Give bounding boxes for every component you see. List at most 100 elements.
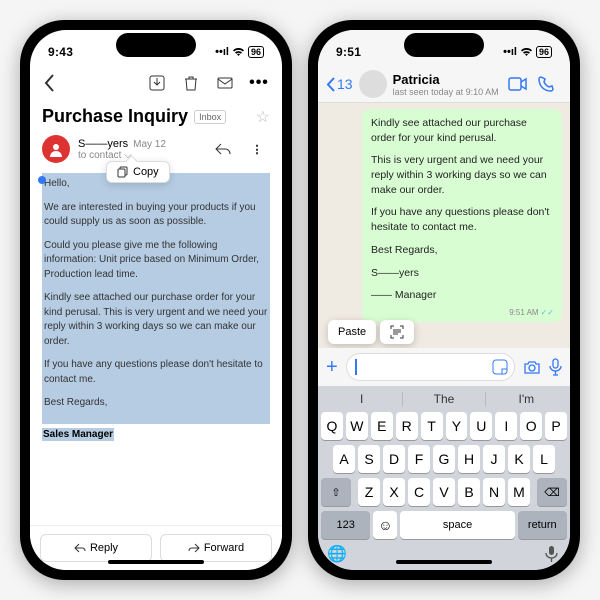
battery-icon: 96 xyxy=(536,46,552,58)
sticker-icon[interactable] xyxy=(492,359,508,375)
shift-key[interactable]: ⇧ xyxy=(321,478,351,506)
key-o[interactable]: O xyxy=(520,412,542,440)
backspace-key[interactable]: ⌫ xyxy=(537,478,567,506)
suggestions: I The I'm xyxy=(321,389,567,412)
msg-p6: —— Manager xyxy=(371,288,553,303)
dictation-key[interactable] xyxy=(538,544,564,564)
123-key[interactable]: 123 xyxy=(321,511,370,539)
sender-name: S——yers xyxy=(78,138,128,150)
key-s[interactable]: S xyxy=(358,445,380,473)
to-line: to contact xyxy=(78,150,121,161)
mic-icon[interactable] xyxy=(549,358,562,376)
attach-button[interactable]: + xyxy=(326,356,338,379)
msg-p5: S——yers xyxy=(371,266,553,281)
suggestion-1[interactable]: I xyxy=(321,392,403,406)
key-l[interactable]: L xyxy=(533,445,555,473)
chat-area[interactable]: Kindly see attached our purchase order f… xyxy=(318,103,570,348)
body-p5: If you have any questions please don't h… xyxy=(44,358,268,387)
email-toolbar: ••• xyxy=(30,66,282,100)
msg-p4: Best Regards, xyxy=(371,243,553,258)
key-j[interactable]: J xyxy=(483,445,505,473)
body-p4: Kindly see attached our purchase order f… xyxy=(44,291,268,349)
return-key[interactable]: return xyxy=(518,511,567,539)
message-bubble[interactable]: Kindly see attached our purchase order f… xyxy=(362,109,562,322)
home-indicator[interactable] xyxy=(396,560,492,564)
copy-popover[interactable]: Copy xyxy=(106,161,170,183)
key-q[interactable]: Q xyxy=(321,412,343,440)
phone-right: 9:51 ••ıl 96 13 Patricia last seen today… xyxy=(308,20,580,580)
subject-text: Purchase Inquiry xyxy=(42,106,188,127)
key-w[interactable]: W xyxy=(346,412,368,440)
status-right: ••ıl 96 xyxy=(215,46,264,58)
key-g[interactable]: G xyxy=(433,445,455,473)
globe-key[interactable]: 🌐 xyxy=(324,544,350,564)
key-p[interactable]: P xyxy=(545,412,567,440)
message-input[interactable] xyxy=(346,353,515,381)
message-time: 9:51 AM ✓✓ xyxy=(509,307,554,318)
key-k[interactable]: K xyxy=(508,445,530,473)
email-screen: 9:43 ••ıl 96 ••• Purchase Inquiry Inbox … xyxy=(30,30,282,570)
body-p6: Best Regards, xyxy=(44,396,268,411)
more-icon[interactable]: ••• xyxy=(246,70,272,96)
key-u[interactable]: U xyxy=(470,412,492,440)
sender-info: S——yers May 12 to contact ⌵ xyxy=(78,138,202,161)
suggestion-2[interactable]: The xyxy=(403,392,485,406)
space-key[interactable]: space xyxy=(400,511,514,539)
paste-popover: Paste xyxy=(328,320,414,344)
subject-row: Purchase Inquiry Inbox ☆ xyxy=(30,100,282,133)
key-b[interactable]: B xyxy=(458,478,480,506)
contact-info[interactable]: Patricia last seen today at 9:10 AM xyxy=(393,72,502,97)
back-button[interactable] xyxy=(40,70,59,96)
sender-date: May 12 xyxy=(133,139,166,150)
key-m[interactable]: M xyxy=(508,478,530,506)
selected-text[interactable]: Hello, We are interested in buying your … xyxy=(42,173,270,424)
key-h[interactable]: H xyxy=(458,445,480,473)
video-call-icon[interactable] xyxy=(508,77,532,91)
trash-icon[interactable] xyxy=(178,70,204,96)
contact-avatar[interactable] xyxy=(359,70,387,98)
status-right: ••ıl 96 xyxy=(503,46,552,58)
key-i[interactable]: I xyxy=(495,412,517,440)
input-bar: + xyxy=(318,348,570,386)
wifi-icon xyxy=(232,47,245,57)
key-z[interactable]: Z xyxy=(358,478,380,506)
chat-header: 13 Patricia last seen today at 9:10 AM xyxy=(318,66,570,103)
phone-call-icon[interactable] xyxy=(538,76,562,92)
back-button[interactable]: 13 xyxy=(326,76,353,92)
reply-button[interactable]: Reply xyxy=(40,534,152,562)
key-v[interactable]: V xyxy=(433,478,455,506)
more-sender-icon[interactable]: ⋮ xyxy=(244,136,270,162)
key-f[interactable]: F xyxy=(408,445,430,473)
key-t[interactable]: T xyxy=(421,412,443,440)
copy-icon xyxy=(117,166,129,178)
emoji-key[interactable]: ☺ xyxy=(373,511,397,539)
forward-button[interactable]: Forward xyxy=(160,534,272,562)
paste-button[interactable]: Paste xyxy=(328,320,376,344)
key-a[interactable]: A xyxy=(333,445,355,473)
key-e[interactable]: E xyxy=(371,412,393,440)
copy-label: Copy xyxy=(133,166,159,178)
scan-text-button[interactable] xyxy=(380,320,414,344)
key-c[interactable]: C xyxy=(408,478,430,506)
home-indicator[interactable] xyxy=(108,560,204,564)
key-x[interactable]: X xyxy=(383,478,405,506)
key-r[interactable]: R xyxy=(396,412,418,440)
archive-icon[interactable] xyxy=(144,70,170,96)
suggestion-3[interactable]: I'm xyxy=(486,392,567,406)
avatar xyxy=(42,135,70,163)
star-icon[interactable]: ☆ xyxy=(256,107,270,127)
status-time: 9:43 xyxy=(48,45,73,59)
msg-p2: This is very urgent and we need your rep… xyxy=(371,153,553,197)
key-y[interactable]: Y xyxy=(446,412,468,440)
selection-start-handle[interactable] xyxy=(38,176,46,184)
keyboard: I The I'm QWERTYUIOP ASDFGHJKL ⇧ ZXCVBNM… xyxy=(318,386,570,570)
key-n[interactable]: N xyxy=(483,478,505,506)
camera-icon[interactable] xyxy=(523,360,541,375)
key-d[interactable]: D xyxy=(383,445,405,473)
reply-icon[interactable] xyxy=(210,136,236,162)
wifi-icon xyxy=(520,47,533,57)
back-count: 13 xyxy=(337,76,353,92)
body-p2: We are interested in buying your product… xyxy=(44,201,268,230)
email-body[interactable]: Hello, We are interested in buying your … xyxy=(30,165,282,525)
mail-icon[interactable] xyxy=(212,70,238,96)
